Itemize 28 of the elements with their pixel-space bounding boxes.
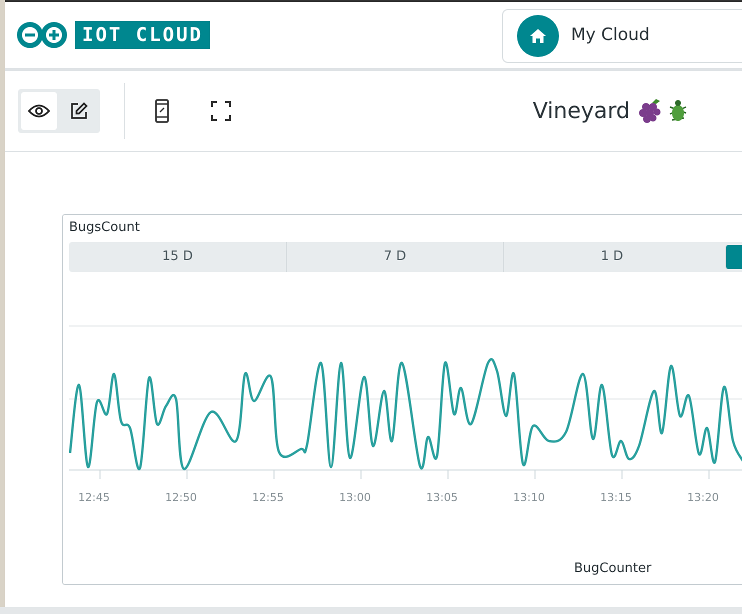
widget-title: BugsCount xyxy=(69,219,141,237)
home-icon xyxy=(517,15,559,57)
space-name: My Cloud xyxy=(571,24,650,48)
x-tick-label: 13:15 xyxy=(599,490,633,506)
range-tab[interactable] xyxy=(725,245,742,269)
x-tick-label: 12:50 xyxy=(164,490,198,506)
x-tick-label: 13:20 xyxy=(686,490,720,506)
logo-text: IOT CLOUD xyxy=(75,21,210,49)
dashboard-title: Vineyard xyxy=(532,98,630,126)
logo-icon xyxy=(17,20,67,50)
grapes-icon xyxy=(638,98,662,124)
mobile-view-button[interactable] xyxy=(155,99,169,123)
fullscreen-icon xyxy=(211,101,231,121)
eye-icon xyxy=(28,104,50,118)
range-tab[interactable]: 7 D xyxy=(286,242,503,272)
x-tick-label: 13:00 xyxy=(338,490,372,506)
range-tab[interactable]: 15 D xyxy=(69,242,286,272)
range-tab[interactable]: 1 D xyxy=(503,242,720,272)
x-tick-label: 13:10 xyxy=(512,490,546,506)
x-tick-label: 12:45 xyxy=(77,490,111,506)
x-tick-label: 12:55 xyxy=(251,490,285,506)
x-tick-label: 13:05 xyxy=(425,490,459,506)
legend-label: BugCounter xyxy=(574,560,652,578)
pencil-icon xyxy=(70,102,88,120)
space-selector[interactable]: My Cloud xyxy=(502,9,742,63)
view-mode-button[interactable] xyxy=(21,92,57,130)
fullscreen-button[interactable] xyxy=(211,101,231,121)
phone-icon xyxy=(155,99,169,123)
